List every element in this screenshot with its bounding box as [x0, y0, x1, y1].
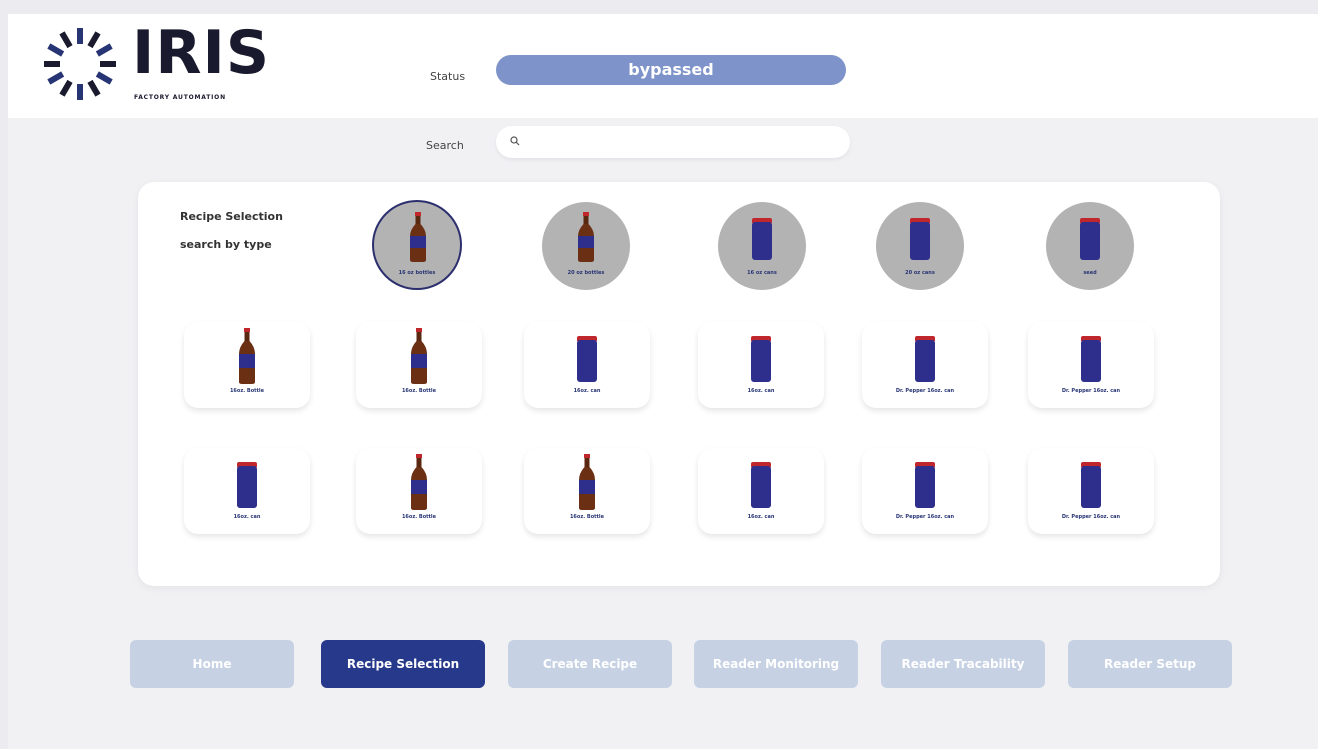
can-icon [915, 462, 935, 508]
type-filter-16oz-bottles[interactable]: 16 oz bottles [372, 200, 462, 290]
recipe-card[interactable]: 16oz. can [698, 322, 824, 408]
type-label: seed [1083, 270, 1097, 276]
nav-create-recipe-button[interactable]: Create Recipe [508, 640, 672, 688]
recipe-card[interactable]: 16oz. Bottle [184, 322, 310, 408]
type-filter-seed[interactable]: seed [1046, 202, 1134, 290]
recipe-card[interactable]: 16oz. can [698, 448, 824, 534]
recipe-card-label: 16oz. Bottle [229, 388, 265, 394]
recipe-card[interactable]: 16oz. Bottle [524, 448, 650, 534]
recipe-card-label: 16oz. Bottle [401, 388, 437, 394]
type-filter-20oz-cans[interactable]: 20 oz cans [876, 202, 964, 290]
search-box[interactable] [496, 126, 850, 158]
recipe-card-label: 16oz. Bottle [569, 514, 605, 520]
nav-reader-setup-button[interactable]: Reader Setup [1068, 640, 1232, 688]
recipe-card[interactable]: Dr. Pepper 16oz. can [1028, 322, 1154, 408]
can-icon [577, 336, 597, 382]
recipe-card-label: 16oz. Bottle [401, 514, 437, 520]
can-icon [1080, 218, 1100, 260]
can-icon [751, 336, 771, 382]
logo-tagline: FACTORY AUTOMATION [134, 94, 226, 101]
bottle-icon [410, 212, 426, 262]
bottle-icon [239, 328, 255, 384]
iris-logo-icon [44, 28, 116, 100]
type-filter-16oz-cans[interactable]: 16 oz cans [718, 202, 806, 290]
can-icon [237, 462, 257, 508]
panel-subtitle: search by type [180, 238, 272, 251]
bottle-icon [578, 212, 594, 262]
nav-reader-monitoring-button[interactable]: Reader Monitoring [694, 640, 858, 688]
recipe-card-label: Dr. Pepper 16oz. can [1061, 388, 1121, 394]
type-label: 16 oz cans [747, 270, 777, 276]
recipe-selection-panel: Recipe Selection search by type 16 oz bo… [138, 182, 1220, 586]
recipe-card-label: 16oz. can [747, 388, 775, 394]
search-label: Search [426, 139, 464, 152]
panel-title: Recipe Selection [180, 210, 283, 223]
recipe-card[interactable]: 16oz. Bottle [356, 448, 482, 534]
recipe-card-label: Dr. Pepper 16oz. can [1061, 514, 1121, 520]
can-icon [752, 218, 772, 260]
recipe-card-label: Dr. Pepper 16oz. can [895, 388, 955, 394]
logo-wordmark: IRIS [132, 18, 271, 88]
recipe-card-label: 16oz. can [233, 514, 261, 520]
type-label: 20 oz bottles [567, 270, 605, 276]
bottle-icon [579, 454, 595, 510]
can-icon [910, 218, 930, 260]
recipe-card[interactable]: 16oz. can [184, 448, 310, 534]
recipe-card[interactable]: 16oz. can [524, 322, 650, 408]
recipe-card[interactable]: Dr. Pepper 16oz. can [862, 322, 988, 408]
recipe-card[interactable]: Dr. Pepper 16oz. can [1028, 448, 1154, 534]
nav-reader-tracability-button[interactable]: Reader Tracability [881, 640, 1045, 688]
nav-recipe-selection-button[interactable]: Recipe Selection [321, 640, 485, 688]
can-icon [1081, 336, 1101, 382]
can-icon [915, 336, 935, 382]
recipe-card[interactable]: Dr. Pepper 16oz. can [862, 448, 988, 534]
bottle-icon [411, 454, 427, 510]
bottle-icon [411, 328, 427, 384]
can-icon [751, 462, 771, 508]
nav-home-button[interactable]: Home [130, 640, 294, 688]
type-label: 20 oz cans [905, 270, 935, 276]
search-input[interactable] [526, 132, 830, 154]
type-filter-20oz-bottles[interactable]: 20 oz bottles [542, 202, 630, 290]
recipe-card-label: Dr. Pepper 16oz. can [895, 514, 955, 520]
type-label: 16 oz bottles [398, 270, 436, 276]
recipe-card-label: 16oz. can [747, 514, 775, 520]
recipe-card[interactable]: 16oz. Bottle [356, 322, 482, 408]
iris-logo: IRIS FACTORY AUTOMATION [40, 18, 280, 104]
recipe-card-label: 16oz. can [573, 388, 601, 394]
status-label: Status [430, 70, 466, 83]
can-icon [1081, 462, 1101, 508]
status-badge: bypassed [496, 55, 846, 85]
search-icon [510, 136, 520, 146]
